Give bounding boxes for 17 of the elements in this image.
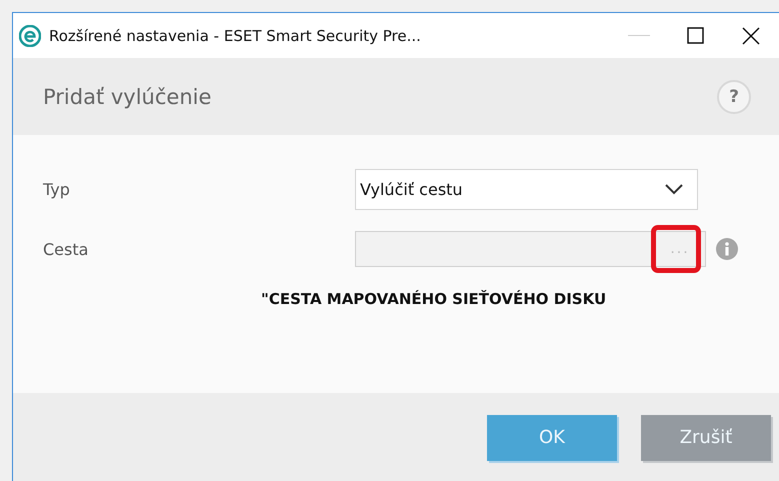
window-title: Rozšírené nastavenia - ESET Smart Security Pre...: [49, 26, 422, 44]
maximize-icon: [686, 27, 704, 44]
chevron-down-icon: [665, 184, 683, 195]
ok-button[interactable]: OK: [487, 414, 617, 460]
field-label: Cesta: [43, 240, 90, 258]
browse-button[interactable]: ...: [655, 232, 705, 266]
type-dropdown[interactable]: Vylúčiť cestu: [355, 169, 698, 210]
app-logo-icon: [19, 24, 41, 46]
dialog-title: Pridať vylúčenie: [43, 84, 212, 108]
info-icon: [716, 238, 738, 260]
minimize-icon: [628, 34, 650, 36]
path-field[interactable]: ...: [355, 231, 706, 267]
field-label: Typ: [43, 180, 71, 199]
cancel-button[interactable]: Zrušiť: [641, 414, 771, 460]
caption-text: "CESTA MAPOVANÉHO SIEŤOVÉHO DISKU: [261, 290, 608, 308]
help-button[interactable]: ?: [717, 80, 751, 114]
close-icon: [742, 26, 760, 44]
